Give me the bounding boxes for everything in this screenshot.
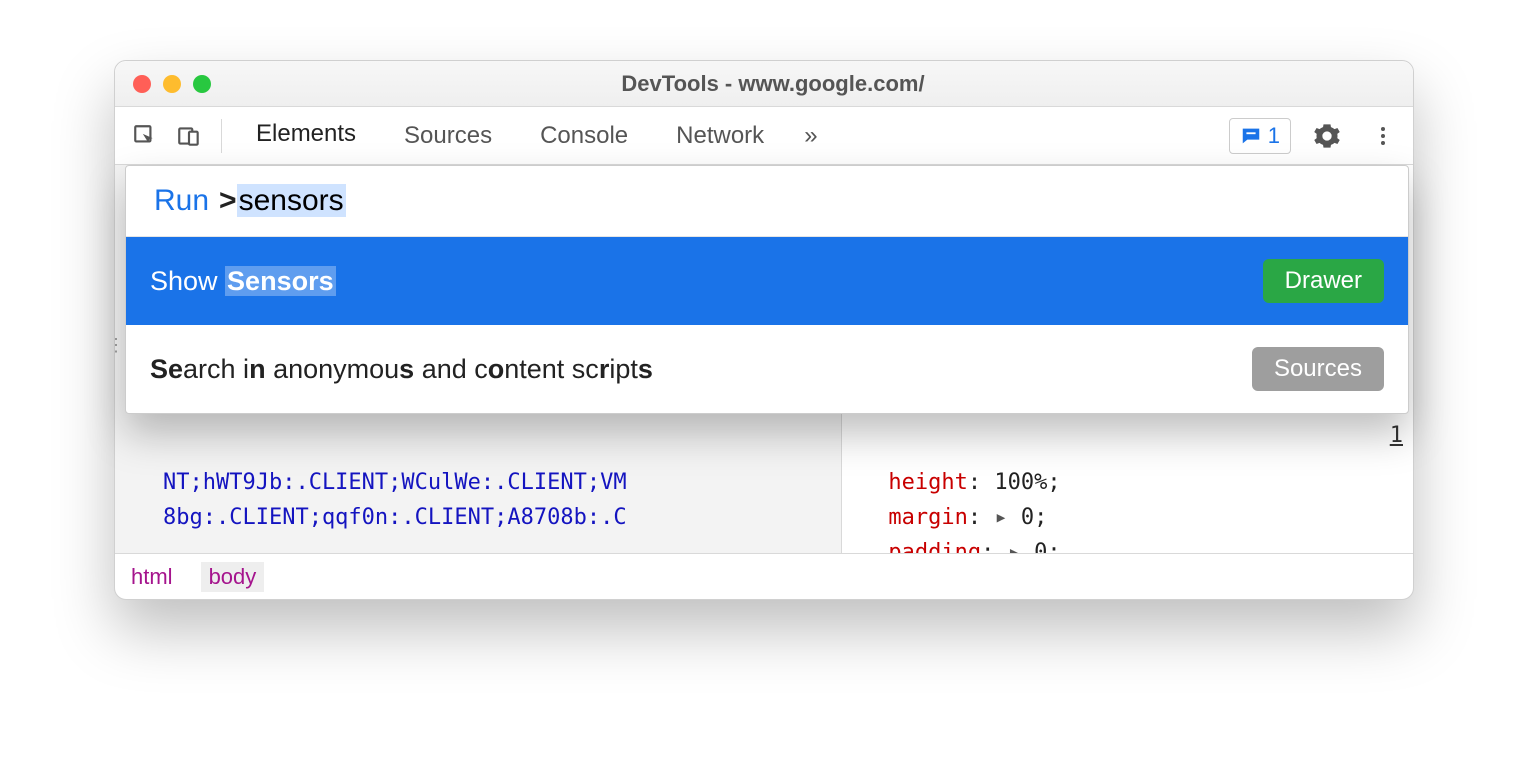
divider xyxy=(221,119,222,153)
dom-line: NT;hWT9Jb:.CLIENT;WCulWe:.CLIENT;VM xyxy=(163,465,821,500)
css-rule-line: height: 100%; xyxy=(862,465,1393,500)
command-menu: Run >sensors Show Sensors Drawer Search … xyxy=(125,165,1409,414)
command-item-label: Search in anonymous and content scripts xyxy=(150,354,653,385)
minimize-icon[interactable] xyxy=(163,75,181,93)
command-list: Show Sensors Drawer Search in anonymous … xyxy=(126,236,1408,413)
command-item-pill: Sources xyxy=(1252,347,1384,391)
command-item-pill: Drawer xyxy=(1263,259,1384,303)
command-item-search-scripts[interactable]: Search in anonymous and content scripts … xyxy=(126,325,1408,413)
tab-elements[interactable]: Elements xyxy=(234,107,378,165)
tab-sources[interactable]: Sources xyxy=(382,107,514,165)
css-rule-line: margin: ▸ 0; xyxy=(862,500,1393,535)
command-input[interactable]: >sensors xyxy=(219,184,346,218)
devtools-window: DevTools - www.google.com/ Elements Sour… xyxy=(114,60,1414,600)
titlebar: DevTools - www.google.com/ xyxy=(115,61,1413,107)
tab-console[interactable]: Console xyxy=(518,107,650,165)
command-input-row[interactable]: Run >sensors xyxy=(126,166,1408,236)
css-rule-line: padding: ▸ 0; xyxy=(862,535,1393,553)
device-toggle-icon[interactable] xyxy=(169,116,209,156)
inspect-icon[interactable] xyxy=(125,116,165,156)
breadcrumb-item[interactable]: html xyxy=(131,564,173,590)
feedback-count: 1 xyxy=(1268,123,1280,149)
close-icon[interactable] xyxy=(133,75,151,93)
toolbar: Elements Sources Console Network » 1 xyxy=(115,107,1413,165)
command-run-label: Run xyxy=(154,184,209,218)
traffic-lights xyxy=(133,75,211,93)
style-origin-badge[interactable]: 1 xyxy=(1390,418,1403,453)
feedback-badge[interactable]: 1 xyxy=(1229,118,1291,154)
gear-icon[interactable] xyxy=(1307,116,1347,156)
kebab-icon[interactable] xyxy=(1363,116,1403,156)
breadcrumb-item-selected[interactable]: body xyxy=(201,562,265,592)
command-item-show-sensors[interactable]: Show Sensors Drawer xyxy=(126,237,1408,325)
breadcrumb: html body xyxy=(115,553,1413,599)
zoom-icon[interactable] xyxy=(193,75,211,93)
tabs-more[interactable]: » xyxy=(790,107,831,165)
dom-line: 8bg:.CLIENT;qqf0n:.CLIENT;A8708b:.C xyxy=(163,500,821,535)
window-title: DevTools - www.google.com/ xyxy=(211,71,1335,97)
tab-network[interactable]: Network xyxy=(654,107,786,165)
command-item-label: Show Sensors xyxy=(150,266,336,297)
